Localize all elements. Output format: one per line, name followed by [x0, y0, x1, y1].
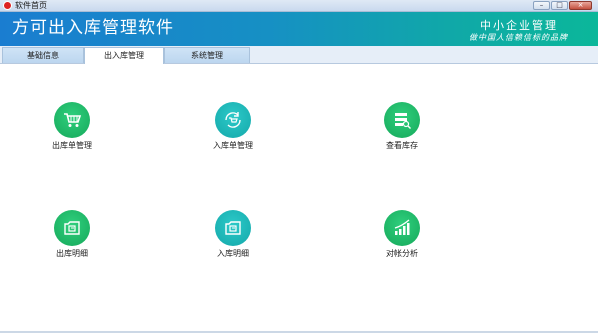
minimize-button[interactable]: – [533, 1, 550, 10]
app-logo-icon [3, 1, 12, 10]
document-icon [54, 210, 90, 246]
tile-label: 查看库存 [386, 141, 418, 150]
tab-basic-info[interactable]: 基础信息 [2, 47, 84, 63]
brand-slogan: 中小企业管理 [480, 19, 558, 32]
tab-inventory-management[interactable]: 出入库管理 [84, 47, 164, 64]
bar-chart-icon [384, 210, 420, 246]
brand-tagline: 做中国人信赖信标的品牌 [469, 33, 568, 42]
tab-bar: 基础信息 出入库管理 系统管理 [0, 46, 598, 64]
cart-refresh-icon [215, 102, 251, 138]
header-banner: 方可出入库管理软件 中小企业管理 做中国人信赖信标的品牌 [0, 12, 598, 46]
tile-outbound-orders[interactable]: 出库单管理 [32, 102, 112, 162]
tile-label: 出库明细 [56, 249, 88, 258]
tile-reconciliation-analysis[interactable]: 对帐分析 [362, 210, 442, 270]
tile-label: 出库单管理 [52, 141, 92, 150]
tile-label: 入库单管理 [213, 141, 253, 150]
tab-system-management[interactable]: 系统管理 [164, 47, 250, 63]
window-controls: – □ × [533, 1, 592, 10]
window-titlebar: 软件首页 – □ × [0, 0, 598, 12]
document-icon [215, 210, 251, 246]
tile-outbound-details[interactable]: 出库明细 [32, 210, 112, 270]
tile-view-stock[interactable]: 查看库存 [362, 102, 442, 162]
window-title: 软件首页 [15, 1, 47, 10]
maximize-button[interactable]: □ [551, 1, 568, 10]
close-button[interactable]: × [569, 1, 592, 10]
stock-list-icon [384, 102, 420, 138]
shopping-cart-icon [54, 102, 90, 138]
tile-label: 对帐分析 [386, 249, 418, 258]
tile-label: 入库明细 [217, 249, 249, 258]
app-title: 方可出入库管理软件 [12, 18, 174, 38]
tile-inbound-orders[interactable]: 入库单管理 [193, 102, 273, 162]
tile-inbound-details[interactable]: 入库明细 [193, 210, 273, 270]
